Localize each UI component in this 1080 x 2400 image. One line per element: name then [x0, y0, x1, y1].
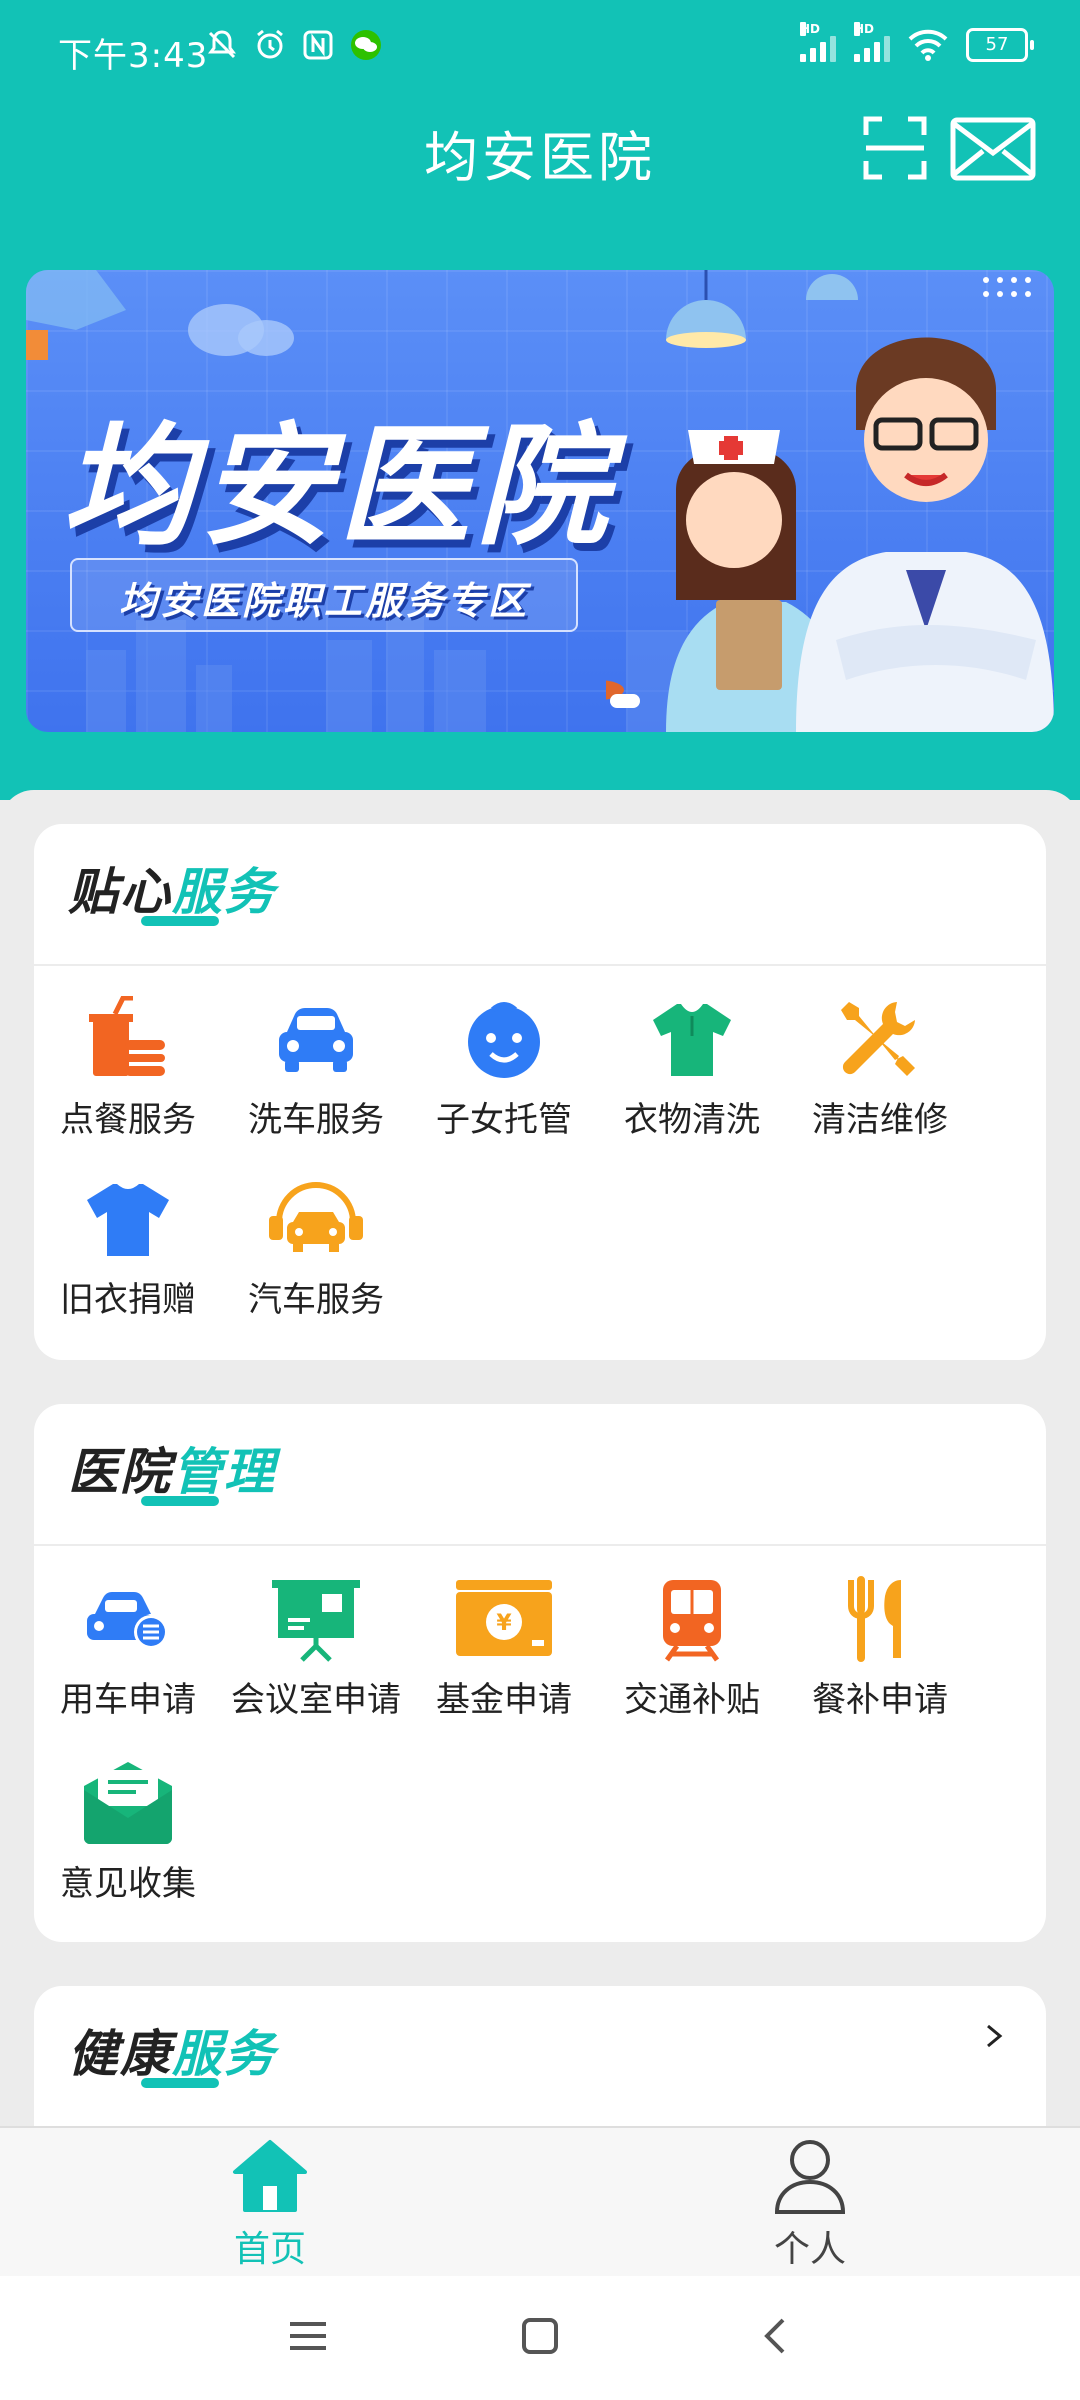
item-label: 用车申请 [60, 1680, 196, 1720]
content-area: 贴心服务 点餐服务 洗车服务 子女托管 衣物清洗 清洁维修 旧衣捐赠 汽车服务 … [0, 790, 1080, 2126]
laundry-service-button[interactable]: 衣物清洗 [598, 996, 786, 1141]
doctor-nurse-illustration [606, 270, 1054, 732]
item-label: 旧衣捐赠 [60, 1280, 196, 1320]
section-underline [141, 1496, 219, 1506]
train-icon [663, 1580, 721, 1662]
section-underline [141, 916, 219, 926]
wifi-icon [908, 29, 948, 61]
nav-home-label: 首页 [233, 2229, 306, 2270]
wechat-icon [351, 30, 381, 60]
person-icon [774, 2140, 846, 2214]
meal-icon [89, 996, 165, 1076]
chevron-right-icon[interactable] [982, 2024, 1006, 2048]
section-title: 医院管理 [68, 1443, 276, 1501]
banner-subtitle-box: 均安医院职工服务专区 [70, 558, 578, 632]
back-icon[interactable] [755, 2316, 795, 2356]
bell-off-icon [208, 30, 236, 59]
system-navigation-bar [0, 2276, 1080, 2400]
item-label: 会议室申请 [231, 1680, 401, 1720]
banner-subtitle: 均安医院职工服务专区 [118, 579, 529, 623]
nav-home[interactable]: 首页 [170, 2138, 370, 2272]
home-icon [233, 2140, 307, 2212]
mail-icon[interactable] [950, 117, 1036, 181]
caring-services-card: 贴心服务 点餐服务 洗车服务 子女托管 衣物清洗 清洁维修 旧衣捐赠 汽车服务 [34, 824, 1046, 1360]
vehicle-request-icon [87, 1592, 168, 1649]
meeting-room-request-button[interactable]: 会议室申请 [222, 1576, 410, 1721]
status-right-icons: HD HD 57 [800, 22, 1034, 62]
status-left-icons [205, 28, 383, 62]
item-label: 子女托管 [436, 1100, 572, 1140]
item-label: 清洁维修 [812, 1100, 948, 1140]
fund-request-button[interactable]: ¥ 基金申请 [410, 1576, 598, 1721]
item-label: 汽车服务 [248, 1280, 384, 1320]
shirt-icon [653, 1004, 731, 1076]
status-time: 下午3:43 [58, 36, 209, 76]
scan-icon[interactable] [862, 115, 928, 181]
child-care-service-button[interactable]: 子女托管 [410, 996, 598, 1141]
transport-subsidy-button[interactable]: 交通补贴 [598, 1576, 786, 1721]
car-service-button[interactable]: 汽车服务 [222, 1176, 410, 1321]
bottom-navigation: 首页 个人 [0, 2126, 1080, 2278]
hospital-management-card: 医院管理 用车申请 会议室申请 ¥ 基金申请 交通补贴 餐补申请 意见收集 [34, 1404, 1046, 1942]
section-title: 健康服务 [68, 2025, 276, 2083]
car-service-icon [269, 1182, 363, 1252]
vehicle-request-button[interactable]: 用车申请 [34, 1576, 222, 1721]
item-label: 衣物清洗 [624, 1100, 760, 1140]
section-underline [141, 2078, 219, 2088]
section-title: 贴心服务 [68, 863, 276, 921]
menu-icon[interactable] [288, 2316, 328, 2356]
car-wash-service-button[interactable]: 洗车服务 [222, 996, 410, 1141]
meal-service-button[interactable]: 点餐服务 [34, 996, 222, 1141]
item-label: 交通补贴 [624, 1680, 760, 1720]
meeting-room-icon [272, 1580, 360, 1662]
feedback-icon [84, 1762, 172, 1844]
fund-icon: ¥ [456, 1580, 552, 1656]
battery-icon: 57 [966, 28, 1034, 62]
tshirt-icon [87, 1184, 169, 1256]
home-square-icon[interactable] [520, 2316, 560, 2356]
nav-profile[interactable]: 个人 [710, 2138, 910, 2272]
child-care-icon [468, 1002, 540, 1078]
feedback-collection-button[interactable]: 意见收集 [34, 1756, 222, 1905]
banner-title: 均安医院 [62, 410, 614, 564]
utensils-icon [848, 1576, 901, 1662]
car-wash-icon [279, 1008, 353, 1072]
alarm-icon [257, 29, 283, 59]
caring-services-header: 贴心服务 [34, 824, 1046, 966]
svg-text:¥: ¥ [496, 1611, 512, 1636]
item-label: 基金申请 [436, 1680, 572, 1720]
item-label: 点餐服务 [60, 1100, 196, 1140]
item-label: 意见收集 [60, 1864, 196, 1904]
item-label: 洗车服务 [248, 1100, 384, 1140]
signal-hd-2-icon: HD [854, 22, 890, 62]
tools-icon [841, 1002, 915, 1076]
health-services-card[interactable]: 健康服务 [34, 1986, 1046, 2126]
promo-banner[interactable]: 均安医院 均安医院职工服务专区 [26, 270, 1054, 732]
cleaning-repair-button[interactable]: 清洁维修 [786, 996, 974, 1141]
nfc-icon [303, 30, 333, 60]
nav-profile-label: 个人 [773, 2229, 846, 2270]
clothes-donation-button[interactable]: 旧衣捐赠 [34, 1176, 222, 1321]
meal-subsidy-button[interactable]: 餐补申请 [786, 1576, 974, 1721]
health-services-header: 健康服务 [34, 1986, 1046, 2126]
status-bar: 下午3:43 HD HD 57 [0, 0, 1080, 100]
signal-hd-1-icon: HD [800, 22, 836, 62]
item-label: 餐补申请 [812, 1680, 948, 1720]
title-bar: 均安医院 [0, 105, 1080, 195]
hospital-management-header: 医院管理 [34, 1404, 1046, 1546]
